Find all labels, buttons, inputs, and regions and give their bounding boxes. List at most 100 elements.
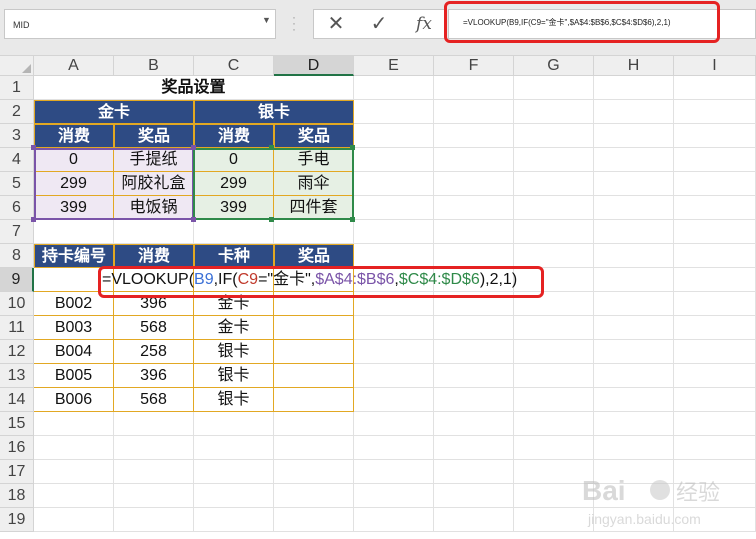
silver-card-header[interactable]: 银卡 <box>194 100 354 124</box>
column-header-c[interactable]: C <box>194 56 274 76</box>
row-header-5[interactable]: 5 <box>0 172 34 196</box>
table-row-cell[interactable] <box>274 364 354 388</box>
grid-cell[interactable] <box>434 340 514 364</box>
grid-cell[interactable] <box>274 508 354 532</box>
grid-cell[interactable] <box>514 316 594 340</box>
gold-card-header[interactable]: 金卡 <box>34 100 194 124</box>
table-row-cell[interactable] <box>274 316 354 340</box>
range-handle[interactable] <box>31 217 36 222</box>
grid-cell[interactable] <box>354 244 434 268</box>
row-header-7[interactable]: 7 <box>0 220 34 244</box>
grid-cell[interactable] <box>354 508 434 532</box>
range-handle[interactable] <box>350 145 355 150</box>
grid-cell[interactable] <box>594 100 674 124</box>
grid-cell[interactable] <box>594 124 674 148</box>
grid-cell[interactable] <box>434 172 514 196</box>
table-row-cell[interactable]: 258 <box>114 340 194 364</box>
grid-cell[interactable] <box>514 172 594 196</box>
grid-cell[interactable] <box>114 412 194 436</box>
name-box[interactable]: MID <box>4 9 276 39</box>
row-header-9[interactable]: 9 <box>0 268 34 292</box>
grid-cell[interactable] <box>594 316 674 340</box>
range-handle[interactable] <box>269 217 274 222</box>
grid-cell[interactable] <box>194 412 274 436</box>
enter-icon[interactable]: ✓ <box>367 12 391 36</box>
grid-cell[interactable] <box>34 460 114 484</box>
table-row-cell[interactable]: 396 <box>114 364 194 388</box>
grid-cell[interactable] <box>354 100 434 124</box>
grid-cell[interactable] <box>274 436 354 460</box>
grid-cell[interactable] <box>674 388 756 412</box>
grid-cell[interactable] <box>354 340 434 364</box>
grid-cell[interactable] <box>194 508 274 532</box>
grid-cell[interactable] <box>674 196 756 220</box>
row-header-12[interactable]: 12 <box>0 340 34 364</box>
grid-cell[interactable] <box>674 316 756 340</box>
table-row-cell[interactable] <box>274 388 354 412</box>
grid-cell[interactable] <box>34 412 114 436</box>
grid-cell[interactable] <box>114 460 194 484</box>
column-label-prize[interactable]: 奖品 <box>274 124 354 148</box>
grid-cell[interactable] <box>274 220 354 244</box>
grid-cell[interactable] <box>514 148 594 172</box>
grid-cell[interactable] <box>594 220 674 244</box>
row-header-3[interactable]: 3 <box>0 124 34 148</box>
row-header-8[interactable]: 8 <box>0 244 34 268</box>
table-row-cell[interactable]: 银卡 <box>194 388 274 412</box>
grid-cell[interactable] <box>434 364 514 388</box>
grid-cell[interactable] <box>514 388 594 412</box>
row-header-15[interactable]: 15 <box>0 412 34 436</box>
column-header-i[interactable]: I <box>674 56 756 76</box>
table-row-cell[interactable]: B004 <box>34 340 114 364</box>
row-header-11[interactable]: 11 <box>0 316 34 340</box>
grid-cell[interactable] <box>114 220 194 244</box>
grid-cell[interactable] <box>594 76 674 100</box>
grid-cell[interactable] <box>594 364 674 388</box>
grid-cell[interactable] <box>514 436 594 460</box>
range-handle[interactable] <box>350 217 355 222</box>
grid-cell[interactable] <box>674 340 756 364</box>
drag-handle-icon[interactable]: · · · <box>291 11 297 35</box>
grid-cell[interactable] <box>354 220 434 244</box>
row-header-18[interactable]: 18 <box>0 484 34 508</box>
grid-cell[interactable] <box>674 292 756 316</box>
grid-cell[interactable] <box>514 196 594 220</box>
range-handle[interactable] <box>269 145 274 150</box>
grid-cell[interactable] <box>434 436 514 460</box>
grid-cell[interactable] <box>594 172 674 196</box>
column-label-spend[interactable]: 消费 <box>194 124 274 148</box>
row-header-13[interactable]: 13 <box>0 364 34 388</box>
grid-cell[interactable] <box>514 340 594 364</box>
grid-cell[interactable] <box>594 148 674 172</box>
grid-cell[interactable] <box>354 76 434 100</box>
grid-cell[interactable] <box>514 76 594 100</box>
prize-settings-title[interactable]: 奖品设置 <box>34 76 354 100</box>
grid-cell[interactable] <box>434 508 514 532</box>
grid-cell[interactable] <box>674 148 756 172</box>
grid-cell[interactable] <box>434 460 514 484</box>
grid-cell[interactable] <box>434 244 514 268</box>
grid-cell[interactable] <box>354 484 434 508</box>
card-table-header[interactable]: 持卡编号 <box>34 244 114 268</box>
column-header-g[interactable]: G <box>514 56 594 76</box>
grid-cell[interactable] <box>674 244 756 268</box>
range-handle[interactable] <box>31 145 36 150</box>
table-row-cell[interactable]: 银卡 <box>194 364 274 388</box>
grid-cell[interactable] <box>194 220 274 244</box>
grid-cell[interactable] <box>354 364 434 388</box>
table-row-cell[interactable]: B005 <box>34 364 114 388</box>
grid-cell[interactable] <box>354 388 434 412</box>
grid-cell[interactable] <box>194 460 274 484</box>
grid-cell[interactable] <box>674 364 756 388</box>
grid-cell[interactable] <box>354 172 434 196</box>
grid-cell[interactable] <box>354 148 434 172</box>
table-row-cell[interactable]: 568 <box>114 316 194 340</box>
grid-cell[interactable] <box>674 220 756 244</box>
cancel-icon[interactable]: ✕ <box>324 12 348 36</box>
grid-cell[interactable] <box>34 508 114 532</box>
grid-cell[interactable] <box>674 436 756 460</box>
grid-cell[interactable] <box>114 484 194 508</box>
grid-cell[interactable] <box>434 484 514 508</box>
row-header-17[interactable]: 17 <box>0 460 34 484</box>
grid-cell[interactable] <box>194 436 274 460</box>
